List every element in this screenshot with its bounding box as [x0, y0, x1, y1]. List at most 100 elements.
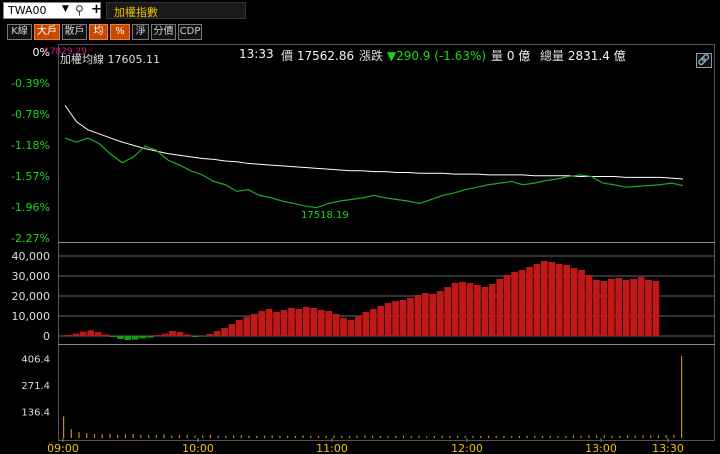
trade-volume-bar — [302, 435, 304, 438]
price-y-tick-label: -1.96% — [11, 201, 50, 214]
volume-y-tick-label: 0 — [43, 330, 50, 343]
trade-volume-bar — [433, 436, 435, 438]
volume-diff-bar — [176, 332, 184, 336]
volume-diff-bar — [429, 294, 437, 336]
volume-diff-bar — [496, 279, 504, 336]
volume-diff-bar — [645, 280, 652, 336]
volume-diff-bar — [303, 307, 310, 336]
trade-volume-y-tick-label: 271.4 — [21, 381, 50, 392]
trade-volume-bar — [325, 436, 327, 438]
volume-diff-bar — [369, 309, 377, 336]
trade-volume-bar — [93, 434, 96, 438]
x-tick-label: 11:00 — [316, 442, 348, 454]
trade-volume-y-tick-label: 136.4 — [21, 407, 50, 418]
volume-diff-bar — [533, 264, 541, 336]
volume-diff-bar — [384, 303, 392, 336]
trade-volume-bar — [287, 435, 289, 438]
volume-diff-bar — [109, 336, 117, 337]
volume-diff-bar — [102, 334, 109, 336]
trade-volume-bar — [387, 436, 389, 438]
trade-volume-bar — [356, 435, 358, 438]
trade-volume-bar — [503, 436, 505, 438]
trade-volume-bar — [171, 435, 173, 438]
trade-volume-bar — [248, 435, 250, 438]
volume-diff-bar — [392, 301, 399, 336]
trade-volume-bar — [101, 434, 103, 438]
volume-diff-bar — [228, 324, 236, 336]
volume-diff-bar — [526, 267, 533, 336]
x-tick-label: 13:00 — [585, 442, 617, 454]
volume-diff-bar — [451, 283, 459, 336]
trade-volume-y-tick-label: 406.4 — [21, 355, 50, 366]
volume-diff-bar — [436, 291, 444, 336]
volume-diff-bar — [184, 334, 191, 336]
volume-diff-bar — [79, 331, 87, 336]
volume-diff-bar — [332, 314, 340, 336]
trade-volume-bar — [418, 435, 420, 438]
x-tick-label: 12:00 — [451, 442, 483, 454]
volume-diff-bar — [407, 298, 414, 336]
volume-y-tick-label: 40,000 — [12, 250, 51, 263]
volume-diff-bar — [518, 270, 526, 336]
trade-volume-bar — [511, 436, 513, 438]
volume-diff-bar — [563, 265, 571, 336]
volume-diff-bar — [191, 336, 199, 337]
trade-volume-bar — [240, 435, 242, 438]
volume-diff-bar — [258, 311, 266, 336]
volume-diff-bar — [474, 285, 481, 336]
x-tick-label: 09:00 — [47, 442, 79, 454]
volume-diff-bar — [325, 311, 333, 336]
trade-volume-bar — [487, 435, 490, 438]
link-icon[interactable]: 🔗 — [696, 53, 712, 68]
volume-diff-bar — [555, 264, 563, 336]
trade-volume-bar — [534, 435, 536, 438]
trade-volume-bar — [109, 433, 111, 438]
trade-volume-bar — [472, 435, 474, 438]
trade-volume-bar — [140, 434, 142, 438]
trade-volume-bar — [341, 435, 343, 438]
volume-diff-bar — [161, 333, 169, 336]
volume-diff-bar — [243, 317, 251, 336]
volume-diff-bar — [139, 336, 147, 339]
volume-diff-bar — [273, 312, 280, 336]
price-line — [64, 137, 684, 209]
volume-diff-bar — [570, 268, 578, 336]
volume-diff-bar — [250, 314, 258, 336]
trade-volume-bar — [348, 436, 351, 438]
volume-diff-bar — [600, 281, 608, 336]
volume-diff-bar — [503, 275, 511, 336]
volume-diff-bar — [213, 331, 221, 336]
volume-diff-bar — [355, 316, 362, 336]
trade-volume-bar — [596, 435, 598, 438]
volume-diff-bar — [511, 272, 518, 336]
price-legend: 加權均線 17605.11 — [60, 52, 160, 66]
trade-volume-bar — [317, 435, 320, 438]
volume-diff-bar — [236, 320, 243, 336]
volume-diff-bar — [94, 332, 102, 336]
volume-y-tick-label: 20,000 — [12, 290, 51, 303]
trade-volume-bar — [673, 434, 675, 438]
volume-diff-bar — [146, 336, 154, 338]
volume-diff-bar — [347, 320, 355, 336]
volume-diff-bar — [288, 308, 295, 336]
trade-volume-bar — [372, 435, 374, 438]
trade-volume-bar — [518, 436, 520, 438]
intraday-chart: 0%-0.39%-0.78%-1.18%-1.57%-1.96%-2.27%17… — [11, 44, 715, 454]
volume-diff-bar — [340, 318, 347, 336]
trade-volume-bar — [364, 435, 366, 438]
trade-volume-bar — [557, 436, 559, 438]
volume-diff-bar — [72, 333, 80, 336]
trade-volume-bar — [217, 435, 219, 438]
volume-y-tick-label: 30,000 — [12, 270, 51, 283]
trade-volume-bar — [70, 429, 72, 438]
volume-diff-bar — [466, 283, 474, 336]
price-y-tick-label: -1.18% — [11, 139, 50, 152]
price-y-tick-label: -1.57% — [11, 170, 50, 183]
volume-diff-bar — [124, 336, 132, 340]
volume-diff-bar — [459, 282, 466, 336]
trade-volume-bar — [565, 436, 567, 438]
trade-volume-bar — [209, 435, 211, 438]
trade-volume-bar — [441, 435, 443, 438]
volume-diff-bar — [377, 306, 385, 336]
volume-diff-bar — [622, 280, 630, 336]
